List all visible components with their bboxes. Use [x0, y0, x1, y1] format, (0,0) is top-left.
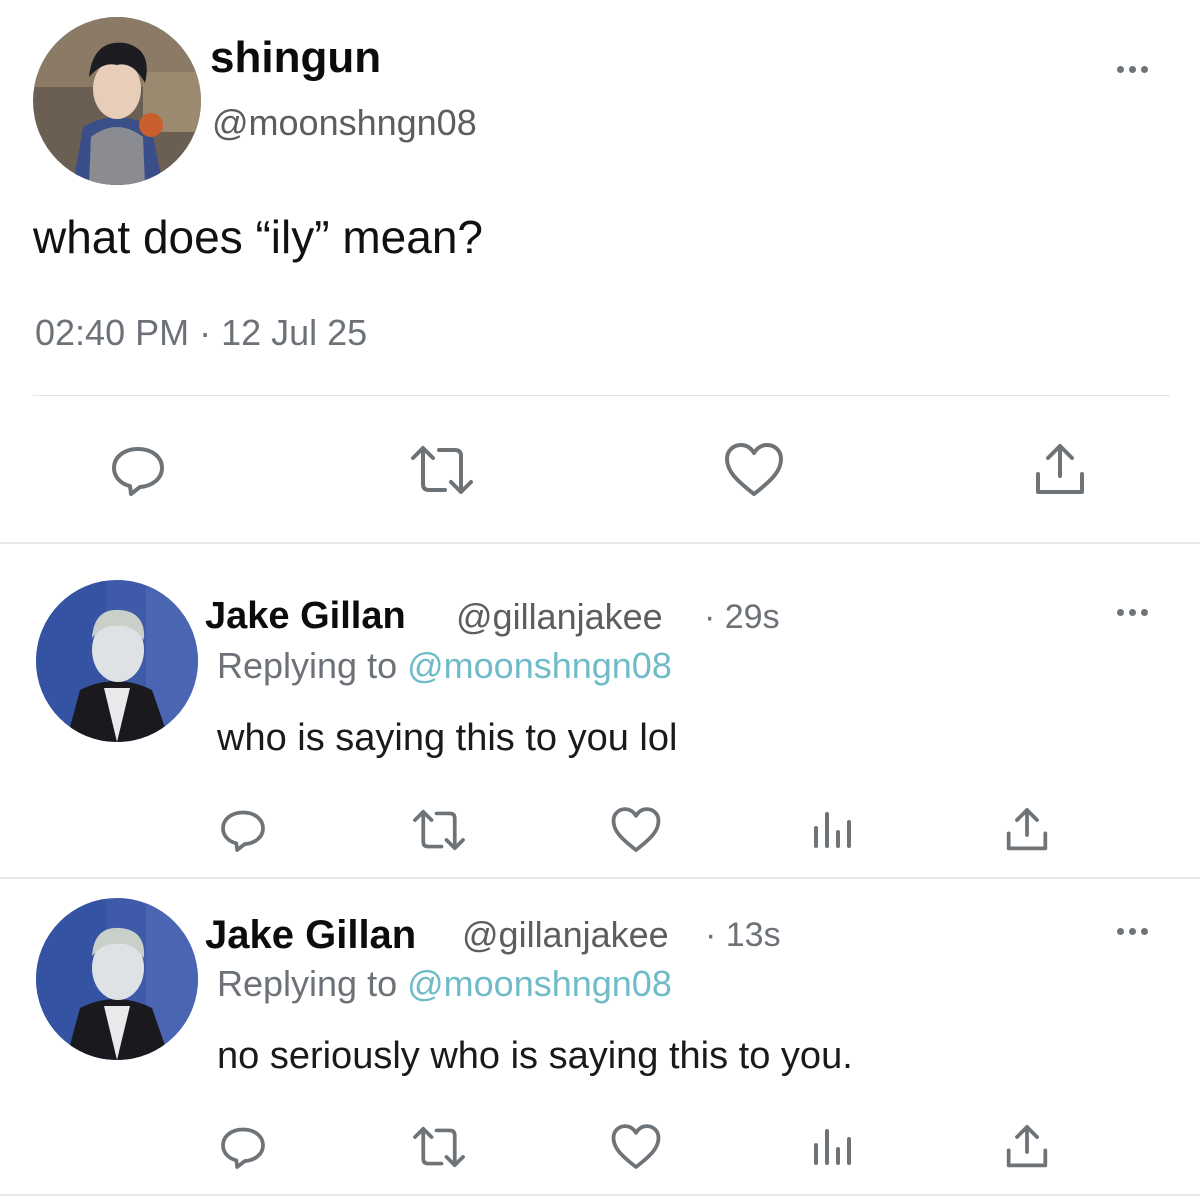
avatar[interactable]	[36, 580, 198, 742]
retweet-icon[interactable]	[410, 1122, 468, 1172]
user-handle[interactable]: @moonshngn08	[212, 100, 477, 146]
replying-to-label: Replying to	[217, 963, 398, 1004]
reply-text: who is saying this to you lol	[217, 717, 678, 759]
tweet-timestamp[interactable]: 02:40 PM · 12 Jul 25	[35, 310, 367, 356]
divider	[0, 542, 1200, 544]
avatar[interactable]	[36, 898, 198, 1060]
more-options-icon[interactable]	[1117, 928, 1148, 935]
display-name[interactable]: Jake Gillan	[205, 910, 416, 960]
views-icon[interactable]	[810, 808, 854, 852]
user-handle[interactable]: @gillanjakee	[456, 594, 663, 640]
more-options-icon[interactable]	[1117, 66, 1148, 73]
like-icon[interactable]	[609, 805, 663, 855]
share-icon[interactable]	[1002, 805, 1052, 855]
tweet-text: what does “ily” mean?	[33, 211, 483, 263]
avatar[interactable]	[33, 17, 201, 185]
replying-to-label: Replying to	[217, 645, 398, 686]
retweet-icon[interactable]	[410, 805, 468, 855]
reply-icon[interactable]	[218, 805, 268, 855]
display-name[interactable]: Jake Gillan	[205, 592, 406, 640]
user-handle[interactable]: @gillanjakee	[462, 912, 669, 958]
more-options-icon[interactable]	[1117, 609, 1148, 616]
divider	[33, 395, 1170, 396]
reply-age[interactable]: · 29s	[704, 594, 780, 640]
like-icon[interactable]	[609, 1122, 663, 1172]
reply-text: no seriously who is saying this to you.	[217, 1035, 853, 1077]
reply-icon[interactable]	[108, 440, 168, 500]
share-icon[interactable]	[1002, 1122, 1052, 1172]
replying-to: Replying to @moonshngn08	[217, 961, 672, 1007]
replying-to-handle[interactable]: @moonshngn08	[407, 645, 672, 686]
retweet-icon[interactable]	[407, 440, 477, 500]
replying-to-handle[interactable]: @moonshngn08	[407, 963, 672, 1004]
share-icon[interactable]	[1030, 440, 1090, 500]
reply-icon[interactable]	[218, 1122, 268, 1172]
divider	[0, 877, 1200, 879]
like-icon[interactable]	[722, 440, 786, 500]
reply-age[interactable]: · 13s	[705, 912, 781, 958]
replying-to: Replying to @moonshngn08	[217, 643, 672, 689]
divider	[0, 1194, 1200, 1196]
display-name[interactable]: shingun	[210, 30, 381, 86]
views-icon[interactable]	[810, 1125, 854, 1169]
